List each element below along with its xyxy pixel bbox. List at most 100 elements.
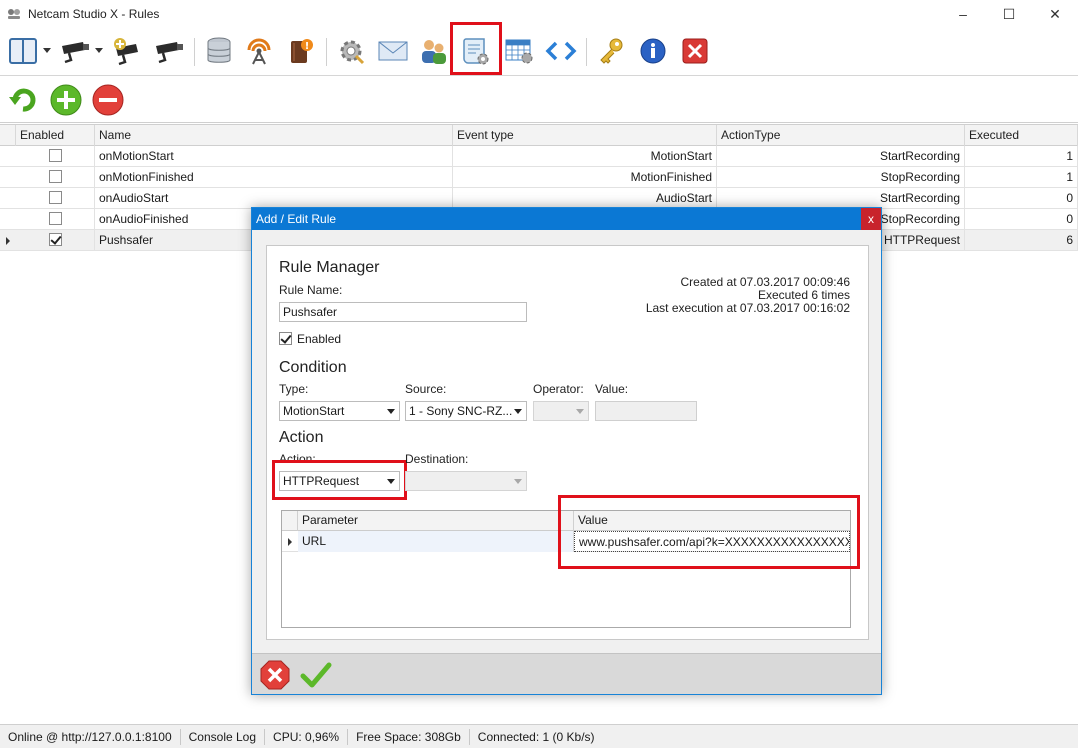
rule-event-type: AudioStart: [453, 188, 717, 209]
chevron-down-icon: [387, 409, 395, 414]
window-title: Netcam Studio X - Rules: [28, 7, 160, 21]
rule-executed: 1: [965, 167, 1078, 188]
rule-manager-heading: Rule Manager: [279, 259, 380, 276]
add-icon[interactable]: [49, 83, 83, 117]
users-button[interactable]: [414, 32, 452, 70]
chevron-down-icon: [514, 479, 522, 484]
code-icon: [545, 41, 577, 61]
column-header-event-type[interactable]: Event type: [453, 125, 717, 146]
enabled-checkbox[interactable]: [48, 191, 62, 205]
condition-heading: Condition: [279, 359, 347, 376]
minimize-button[interactable]: –: [940, 0, 986, 28]
close-window-button[interactable]: ✕: [1032, 0, 1078, 28]
dialog-footer: [252, 653, 881, 694]
license-button[interactable]: [592, 32, 630, 70]
rule-enabled-label: Enabled: [297, 332, 342, 346]
layout-button[interactable]: [4, 32, 42, 70]
column-header-executed[interactable]: Executed: [965, 125, 1078, 146]
last-execution-text: Last execution at 07.03.2017 00:16:02: [645, 301, 850, 315]
camera-settings-button[interactable]: [150, 32, 188, 70]
dialog-title: Add / Edit Rule: [252, 208, 881, 230]
rule-event-type: MotionStart: [453, 146, 717, 167]
enabled-checkbox[interactable]: [48, 233, 62, 247]
chevron-down-icon: [43, 48, 51, 53]
column-header-action-type[interactable]: ActionType: [717, 125, 965, 146]
app-logo-icon: [8, 9, 20, 19]
column-header-parameter[interactable]: Parameter: [298, 511, 574, 531]
add-camera-button[interactable]: [108, 32, 146, 70]
rule-executed: 0: [965, 209, 1078, 230]
storage-button[interactable]: [200, 32, 238, 70]
about-button[interactable]: [634, 32, 672, 70]
schedule-button[interactable]: [500, 32, 538, 70]
chevron-down-icon: [514, 409, 522, 414]
rule-executed: 0: [965, 188, 1078, 209]
action-destination-select[interactable]: [405, 471, 527, 491]
status-bar: Online @ http://127.0.0.1:8100 Console L…: [0, 724, 1078, 748]
condition-source-value: 1 - Sony SNC-RZ...: [409, 404, 513, 418]
cameras-button[interactable]: [56, 32, 94, 70]
destination-label: Destination:: [405, 452, 469, 466]
settings-button[interactable]: [332, 32, 370, 70]
rule-action-type: StartRecording: [717, 188, 965, 209]
rule-name: onAudioStart: [95, 188, 453, 209]
checkmark-icon[interactable]: [300, 659, 332, 691]
rule-name: onMotionFinished: [95, 167, 453, 188]
main-toolbar: !: [0, 22, 1078, 76]
camera-add-icon: [114, 38, 138, 66]
enabled-checkbox[interactable]: [48, 149, 62, 163]
table-row[interactable]: onAudioStart AudioStart StartRecording 0: [0, 188, 1078, 209]
layout-panel-icon: [9, 38, 37, 64]
dialog-close-button[interactable]: x: [861, 208, 881, 230]
condition-value-input[interactable]: [595, 401, 697, 421]
table-row[interactable]: onMotionStart MotionStart StartRecording…: [0, 146, 1078, 167]
refresh-icon[interactable]: [6, 83, 40, 117]
grid-header: Enabled Name Event type ActionType Execu…: [0, 125, 1078, 146]
rule-enabled-checkbox[interactable]: [279, 331, 292, 345]
broadcast-icon: [247, 38, 271, 65]
rule-action-type: StartRecording: [717, 146, 965, 167]
alerts-button[interactable]: !: [282, 32, 320, 70]
title-bar: Netcam Studio X - Rules – ☐ ✕: [0, 0, 1078, 28]
chevron-down-icon: [95, 48, 103, 53]
gear-icon: [340, 40, 365, 65]
condition-source-select[interactable]: 1 - Sony SNC-RZ...: [405, 401, 527, 421]
maximize-button[interactable]: ☐: [986, 0, 1032, 28]
enabled-checkbox[interactable]: [48, 212, 62, 226]
users-icon: [422, 40, 446, 64]
column-header-name[interactable]: Name: [95, 125, 453, 146]
table-gear-icon: [505, 39, 533, 64]
source-label: Source:: [405, 382, 447, 396]
current-row-indicator: [6, 237, 10, 245]
remove-icon[interactable]: [91, 83, 125, 117]
scripts-button[interactable]: [542, 32, 580, 70]
operator-label: Operator:: [533, 382, 584, 396]
exit-button[interactable]: [676, 32, 714, 70]
info-icon: [640, 38, 666, 64]
value-label: Value:: [595, 382, 629, 396]
condition-type-select[interactable]: MotionStart: [279, 401, 400, 421]
cancel-icon[interactable]: [259, 659, 291, 691]
column-header-enabled[interactable]: Enabled: [16, 125, 95, 146]
rule-editor-panel: Rule Manager Rule Name: Pushsafer Enable…: [266, 245, 869, 640]
streaming-button[interactable]: [240, 32, 278, 70]
action-highlight: [272, 460, 407, 500]
cameras-dropdown-button[interactable]: [92, 32, 106, 70]
rule-name-input[interactable]: Pushsafer: [279, 302, 527, 322]
status-cpu: CPU: 0,96%: [265, 728, 349, 745]
rule-action-type: StopRecording: [717, 167, 965, 188]
email-button[interactable]: [374, 32, 412, 70]
executed-count-text: Executed 6 times: [757, 288, 850, 302]
enabled-checkbox[interactable]: [48, 170, 62, 184]
condition-operator-select[interactable]: [533, 401, 589, 421]
table-row[interactable]: onMotionFinished MotionFinished StopReco…: [0, 167, 1078, 188]
layout-dropdown-button[interactable]: [40, 32, 54, 70]
camera-icon: [62, 42, 89, 64]
condition-type-value: MotionStart: [283, 404, 345, 418]
status-free-space: Free Space: 308Gb: [348, 728, 470, 745]
action-heading: Action: [279, 429, 324, 446]
console-log-link[interactable]: Console Log: [181, 728, 266, 745]
enabled-checkbox-row[interactable]: Enabled: [279, 331, 341, 347]
rule-event-type: MotionFinished: [453, 167, 717, 188]
rule-name-label: Rule Name:: [279, 283, 343, 297]
